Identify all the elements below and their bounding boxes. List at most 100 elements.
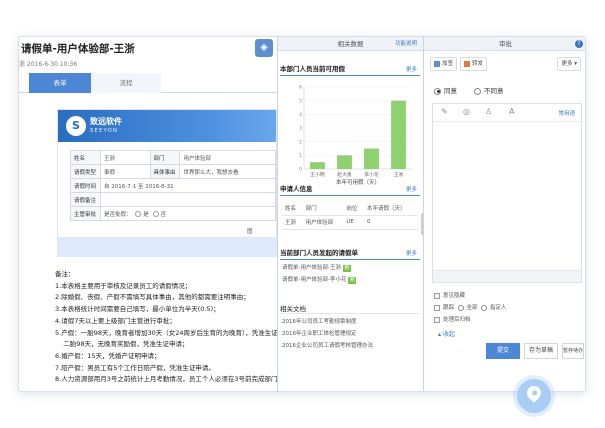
field-value[interactable]: 自 2016-7-1 至 2016-8-31 bbox=[99, 178, 276, 193]
seeyon-logo-icon: S bbox=[66, 116, 86, 136]
button-label: 加签 bbox=[442, 61, 454, 67]
app-window: 请假单-用户体验部-王浙 浙 2016-6-30 10:36 ◈ 表单 流程 S… bbox=[18, 36, 586, 392]
table-cell: 用户体验部 bbox=[302, 215, 344, 230]
forward-button[interactable]: 转发 bbox=[460, 57, 488, 71]
section-title: 本部门人员当前可用假 bbox=[280, 65, 345, 73]
help-icon[interactable]: ? bbox=[575, 40, 583, 48]
doc-meta: 浙 2016-6-30 10:36 bbox=[19, 61, 78, 68]
panel-header: 审批 ? bbox=[424, 37, 585, 51]
y-tick-label: 0 bbox=[299, 167, 302, 173]
like-icon[interactable]: ♙ bbox=[485, 107, 492, 116]
document-link[interactable]: 2016企业公司员工请假考核管理办法 bbox=[282, 341, 373, 349]
disagree-option[interactable]: 不同意 bbox=[474, 85, 504, 95]
request-link[interactable]: 请假单-用户体验部-李小花 bbox=[282, 277, 346, 283]
logo-text: 致远软件 bbox=[90, 117, 122, 126]
field-label: 姓名 bbox=[70, 150, 101, 165]
tab-flow[interactable]: 流程 bbox=[91, 73, 161, 93]
collapse-toggle[interactable]: ▴ 收起 bbox=[438, 329, 455, 338]
document-link[interactable]: 2016年企业职工体检管理规定 bbox=[282, 329, 357, 337]
forward-icon bbox=[464, 60, 470, 67]
leave-bar-chart: 0 1 2 3 4 5 6 王小明 赵大勇 李小花 王浙本年可用假（天） bbox=[299, 85, 412, 186]
column-header: 姓名 bbox=[282, 201, 303, 216]
note-line: 二胎98天，无晚育奖励假，凭准生证申请； bbox=[55, 340, 189, 349]
table-row: 请假备注 bbox=[70, 192, 276, 207]
tab-form[interactable]: 表单 bbox=[29, 73, 91, 93]
page-title: 请假单-用户体验部-王浙 bbox=[21, 43, 135, 55]
field-value[interactable]: 世界那么大，我想去看 bbox=[179, 164, 276, 179]
form-notes: 备注： 1.本表格主要用于审核及记录员工的请假情况； 2.除婚假、丧假、产假不需… bbox=[55, 269, 277, 386]
track-option[interactable]: 跟踪 全部 指定人 bbox=[434, 303, 507, 311]
note-line: 5.产假：一胎98天，晚育者增加30天（女24周岁后生育的为晚育），凭准生证申请 bbox=[55, 328, 277, 337]
note-line: 6.婚产假：15天，凭婚产证明申请； bbox=[55, 351, 161, 360]
common-phrases-link[interactable]: 常用语 bbox=[558, 109, 575, 117]
more-link[interactable]: 更多 bbox=[406, 249, 417, 257]
agree-radio[interactable] bbox=[434, 87, 441, 95]
note-line: 备注： bbox=[55, 270, 75, 278]
chevron-up-icon: ▴ bbox=[438, 331, 442, 338]
location-pin-icon bbox=[524, 383, 544, 403]
field-label: 请假类型 bbox=[70, 164, 101, 179]
field-value[interactable]: 王浙 bbox=[99, 150, 151, 165]
panel-title: 相关数据 bbox=[337, 40, 364, 48]
y-tick-label: 4 bbox=[299, 112, 302, 118]
radio-no[interactable] bbox=[152, 211, 159, 217]
x-tick-label: 李小花 bbox=[364, 171, 379, 178]
help-link[interactable]: 功能说明 bbox=[395, 37, 417, 51]
disagree-radio[interactable] bbox=[474, 87, 481, 95]
note-line: 7.陪产假：男员工有5个工作日陪产假，凭准生证申请。 bbox=[55, 363, 215, 372]
archive-checkbox[interactable] bbox=[434, 316, 440, 323]
field-value[interactable]: 事假 bbox=[99, 164, 151, 179]
option-label: 意见隐藏 bbox=[443, 293, 466, 299]
list-item[interactable]: 请假单-用户体验部-李小花新 bbox=[282, 275, 357, 284]
form-banner: S 致远软件 SEEYON bbox=[58, 110, 276, 142]
opinion-hidden-checkbox[interactable] bbox=[434, 292, 440, 299]
editor-footer bbox=[433, 270, 581, 282]
note-line: 4.请假7天以上要上级部门主管进行审批； bbox=[55, 316, 176, 325]
add-signer-button[interactable]: 加签 bbox=[430, 57, 458, 71]
track-assigned-radio[interactable] bbox=[481, 304, 488, 311]
more-dropdown[interactable]: 更多 ▾ bbox=[557, 57, 581, 71]
hold-button[interactable]: 暂存待办 bbox=[562, 343, 584, 359]
request-link[interactable]: 请假单-用户体验部-王浙 bbox=[282, 265, 341, 271]
editor-toolbar: ✎ ◎ ♙ A 常用语 bbox=[433, 104, 581, 122]
section-divider bbox=[280, 195, 420, 196]
opinion-editor[interactable]: ✎ ◎ ♙ A 常用语 bbox=[432, 103, 582, 283]
table-row: 请假时间 自 2016-7-1 至 2016-8-31 bbox=[70, 178, 276, 193]
archive-option[interactable]: 处理后归档 bbox=[434, 315, 471, 323]
font-icon[interactable]: A bbox=[509, 107, 514, 116]
related-data-panel: 相关数据 功能说明 本部门人员当前可用假 更多 0 1 2 3 4 5 6 王小明 赵大勇 李小花… bbox=[277, 37, 424, 391]
layers-icon: ◈ bbox=[260, 42, 268, 53]
note-line: 2.除婚假、丧假、产假不需填写具体事由，其他的都需要注明事由； bbox=[55, 293, 250, 302]
leave-form: S 致远软件 SEEYON 姓名 王浙 部门 用户体验部 请假类型 事假 具体事… bbox=[57, 109, 277, 257]
panel-title: 审批 bbox=[499, 40, 512, 48]
field-value[interactable]: 用户体验部 bbox=[179, 150, 276, 165]
layers-button[interactable]: ◈ bbox=[255, 39, 273, 57]
opinion-hidden-option[interactable]: 意见隐藏 bbox=[434, 291, 465, 299]
track-all-radio[interactable] bbox=[457, 304, 464, 311]
track-checkbox[interactable] bbox=[434, 304, 440, 311]
field-value[interactable] bbox=[99, 192, 276, 207]
option-label: 指定人 bbox=[490, 305, 507, 311]
bar bbox=[310, 162, 325, 169]
document-link[interactable]: 2016年公司员工考勤规章制度 bbox=[282, 317, 357, 325]
disagree-label: 不同意 bbox=[484, 87, 504, 95]
option-label: 全部 bbox=[466, 305, 478, 311]
save-draft-button[interactable]: 存为草稿 bbox=[524, 343, 558, 359]
form-footnote: 图 bbox=[247, 229, 253, 235]
submit-button[interactable]: 提交 bbox=[486, 343, 520, 359]
option-label: 处理后归档 bbox=[443, 317, 471, 323]
more-link[interactable]: 更多 bbox=[406, 65, 417, 73]
location-fab[interactable] bbox=[517, 379, 551, 413]
approval-panel: 审批 ? 加签 转发 更多 ▾ 同意 不同意 ✎ ◎ ♙ A 常用语 意见隐藏 … bbox=[424, 37, 585, 391]
more-link[interactable]: 更多 bbox=[406, 185, 417, 193]
link-icon[interactable]: ◎ bbox=[463, 107, 470, 116]
agree-option[interactable]: 同意 bbox=[434, 85, 457, 95]
attachment-icon[interactable]: ✎ bbox=[441, 107, 448, 116]
radio-yes-label: 是 bbox=[143, 211, 149, 218]
list-item[interactable]: 请假单-用户体验部-王浙新 bbox=[282, 263, 351, 272]
radio-yes[interactable] bbox=[135, 211, 142, 217]
new-badge: 新 bbox=[348, 277, 357, 284]
agree-label: 同意 bbox=[444, 87, 457, 95]
panel-header: 相关数据 功能说明 bbox=[278, 37, 423, 51]
field-label: 部门 bbox=[149, 150, 181, 165]
